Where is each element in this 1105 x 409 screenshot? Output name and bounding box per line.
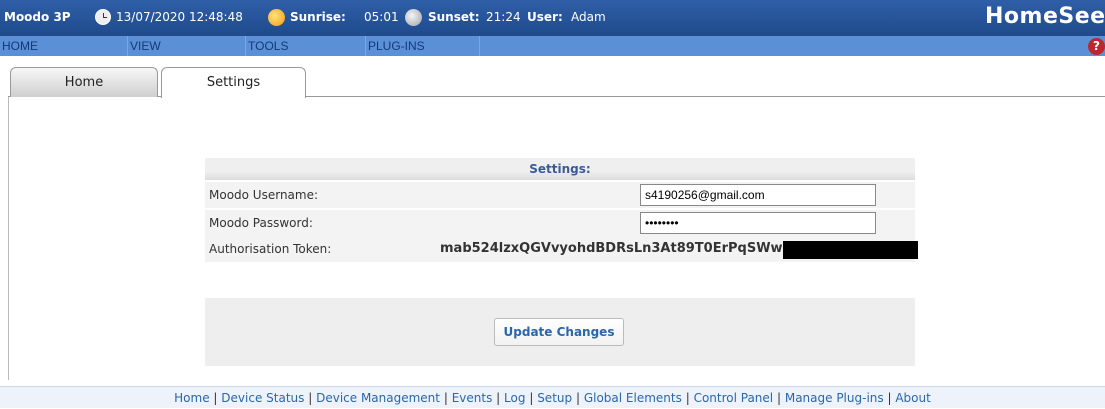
- sun-icon: [268, 9, 285, 26]
- password-label: Moodo Password:: [209, 216, 313, 230]
- help-icon[interactable]: ?: [1088, 38, 1105, 55]
- token-label: Authorisation Token:: [209, 242, 332, 256]
- moon-icon: [405, 9, 422, 26]
- footer-link-events[interactable]: Events: [452, 391, 493, 405]
- top-status-bar: Moodo 3P 13/07/2020 12:48:48 Sunrise: 05…: [0, 0, 1105, 36]
- clock-icon: [95, 9, 111, 25]
- menu-plugins[interactable]: PLUG-INS: [366, 36, 480, 56]
- homeseer-logo: HomeSeer: [985, 4, 1105, 29]
- settings-panel-title: Settings:: [205, 158, 915, 180]
- menu-home[interactable]: HOME: [0, 36, 128, 56]
- password-row: Moodo Password:: [205, 210, 915, 236]
- user-name: Adam: [571, 10, 606, 24]
- username-input[interactable]: [640, 184, 876, 206]
- footer-link-device-status[interactable]: Device Status: [221, 391, 304, 405]
- sunrise-time: 05:01: [364, 10, 399, 24]
- footer-link-about[interactable]: About: [895, 391, 930, 405]
- datetime: 13/07/2020 12:48:48: [116, 10, 243, 24]
- user-label: User:: [527, 10, 563, 24]
- footer-link-manage-plugins[interactable]: Manage Plug-ins: [785, 391, 884, 405]
- footer-link-device-management[interactable]: Device Management: [316, 391, 440, 405]
- button-area: Update Changes: [205, 298, 915, 366]
- footer-links: Home | Device Status | Device Management…: [0, 386, 1105, 408]
- sunset-time: 21:24: [486, 10, 521, 24]
- menu-bar: HOME VIEW TOOLS PLUG-INS: [0, 36, 1105, 56]
- footer-link-setup[interactable]: Setup: [537, 391, 572, 405]
- redaction-box: [783, 241, 918, 259]
- username-label: Moodo Username:: [209, 188, 319, 202]
- sunrise-label: Sunrise:: [290, 10, 346, 24]
- update-changes-button[interactable]: Update Changes: [494, 318, 624, 346]
- sunset-label: Sunset:: [428, 10, 480, 24]
- token-row: Authorisation Token: mab524lzxQGVvyohdBD…: [205, 236, 918, 262]
- device-name: Moodo 3P: [4, 10, 71, 24]
- footer-link-home[interactable]: Home: [174, 391, 209, 405]
- footer-link-log[interactable]: Log: [504, 391, 525, 405]
- footer-link-control-panel[interactable]: Control Panel: [694, 391, 774, 405]
- menu-tools[interactable]: TOOLS: [246, 36, 366, 56]
- password-input[interactable]: [640, 212, 876, 234]
- tab-settings[interactable]: Settings: [161, 67, 306, 98]
- menu-view[interactable]: VIEW: [128, 36, 246, 56]
- tab-home[interactable]: Home: [10, 67, 158, 97]
- token-value: mab524lzxQGVvyohdBDRsLn3At89T0ErPqSWw1: [440, 241, 792, 256]
- username-row: Moodo Username:: [205, 182, 915, 208]
- footer-link-global-elements[interactable]: Global Elements: [584, 391, 682, 405]
